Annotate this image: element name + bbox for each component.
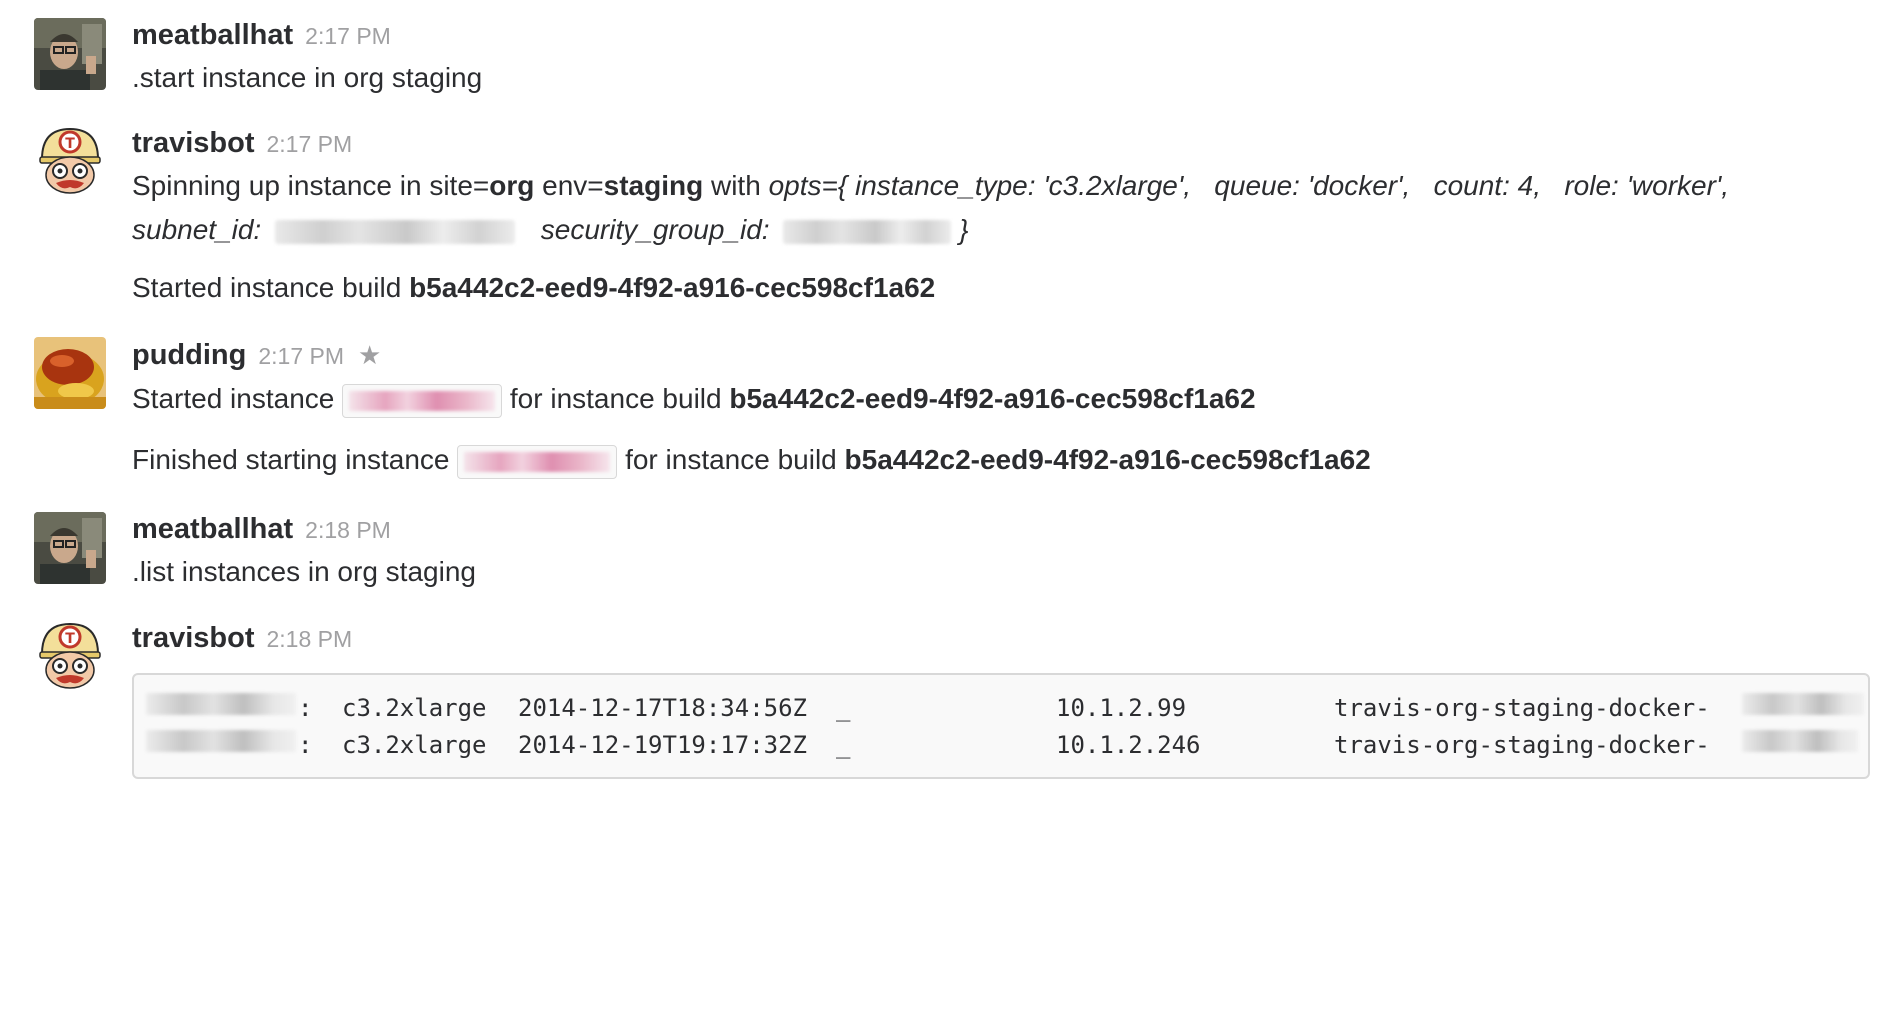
username[interactable]: pudding: [132, 339, 246, 371]
avatar-meatballhat[interactable]: [34, 18, 106, 90]
timestamp[interactable]: 2:17 PM: [305, 23, 391, 49]
build-id: b5a442c2-eed9-4f92-a916-cec598cf1a62: [729, 383, 1256, 414]
env-value: staging: [603, 170, 704, 201]
build-id: b5a442c2-eed9-4f92-a916-cec598cf1a62: [844, 444, 1371, 475]
redacted-instance-id: [146, 693, 296, 715]
message-header: meatballhat 2:18 PM: [132, 511, 391, 548]
ip-address: 10.1.2.246: [1056, 731, 1201, 759]
redacted-hostname-suffix: [1742, 693, 1864, 715]
message-text: .list instances in org staging: [132, 556, 476, 587]
username[interactable]: travisbot: [132, 622, 254, 654]
hostname: travis-org-staging-docker-: [1334, 694, 1710, 722]
instance-row: : c3.2xlarge 2014-12-19T19:17:32Z _ 10.1…: [146, 730, 1858, 760]
redacted-instance-id: [146, 730, 296, 752]
redacted-hostname-suffix: [1742, 730, 1858, 752]
code-block-instance-list[interactable]: : c3.2xlarge 2014-12-17T18:34:56Z _ 10.1…: [132, 673, 1870, 779]
username[interactable]: meatballhat: [132, 513, 293, 545]
launch-time: 2014-12-19T19:17:32Z: [518, 731, 807, 759]
username[interactable]: meatballhat: [132, 19, 293, 51]
hostname: travis-org-staging-docker-: [1334, 731, 1710, 759]
text-segment: with: [703, 170, 769, 201]
message-text-started-build: Started instance build b5a442c2-eed9-4f9…: [132, 270, 935, 306]
star-icon[interactable]: ★: [358, 340, 381, 370]
ip-address: 10.1.2.99: [1056, 694, 1187, 722]
security-group-label: security_group_id:: [540, 214, 770, 245]
avatar-meatballhat[interactable]: [34, 512, 106, 584]
redacted-subnet-id: [275, 219, 515, 244]
timestamp[interactable]: 2:18 PM: [266, 626, 352, 652]
redacted-instance-id: [457, 444, 618, 479]
timestamp[interactable]: 2:17 PM: [266, 131, 352, 157]
message-header: travisbot 2:18 PM: [132, 620, 352, 657]
text-segment: Started instance: [132, 383, 335, 414]
subnet-label: subnet_id:: [132, 214, 262, 245]
redacted-instance-id: [342, 383, 503, 418]
message-text-started-instance: Started instance for instance build b5a4…: [132, 381, 1256, 418]
timestamp[interactable]: 2:17 PM: [258, 343, 344, 369]
svg-text:T: T: [65, 136, 75, 152]
text-segment: for instance build: [502, 383, 730, 414]
build-id: b5a442c2-eed9-4f92-a916-cec598cf1a62: [409, 272, 936, 303]
opts-close: }: [959, 214, 969, 245]
instance-type: c3.2xlarge: [342, 731, 487, 759]
instance-row: : c3.2xlarge 2014-12-17T18:34:56Z _ 10.1…: [146, 693, 1864, 723]
avatar-pudding[interactable]: [34, 337, 106, 409]
avatar-travisbot[interactable]: T: [34, 125, 106, 197]
instance-type: c3.2xlarge: [342, 694, 487, 722]
avatar-travisbot[interactable]: T: [34, 620, 106, 692]
text-segment: for instance build: [617, 444, 845, 475]
blank-field: _: [836, 731, 851, 759]
site-value: org: [489, 170, 535, 201]
message-text-subnet: subnet_id: security_group_id: }: [132, 212, 969, 248]
launch-time: 2014-12-17T18:34:56Z: [518, 694, 807, 722]
row-separator: :: [298, 731, 313, 759]
text-segment: Spinning up instance in site=: [132, 170, 490, 201]
svg-text:T: T: [65, 631, 75, 647]
row-separator: :: [298, 694, 313, 722]
message-text-spinning-up: Spinning up instance in site=org env=sta…: [132, 168, 1729, 204]
message-text-finished-instance: Finished starting instance for instance …: [132, 442, 1371, 479]
blank-field: _: [836, 694, 851, 722]
text-segment: Finished starting instance: [132, 444, 450, 475]
message-header: meatballhat 2:17 PM: [132, 17, 391, 54]
timestamp[interactable]: 2:18 PM: [305, 517, 391, 543]
message-text: .start instance in org staging: [132, 62, 483, 93]
text-segment: Started instance build: [132, 272, 410, 303]
message-header: pudding 2:17 PM ★: [132, 337, 381, 374]
username[interactable]: travisbot: [132, 127, 254, 159]
text-segment: env=: [534, 170, 604, 201]
message-header: travisbot 2:17 PM: [132, 125, 352, 162]
redacted-security-group-id: [783, 219, 952, 244]
opts-text: opts={ instance_type: 'c3.2xlarge', queu…: [768, 170, 1730, 201]
